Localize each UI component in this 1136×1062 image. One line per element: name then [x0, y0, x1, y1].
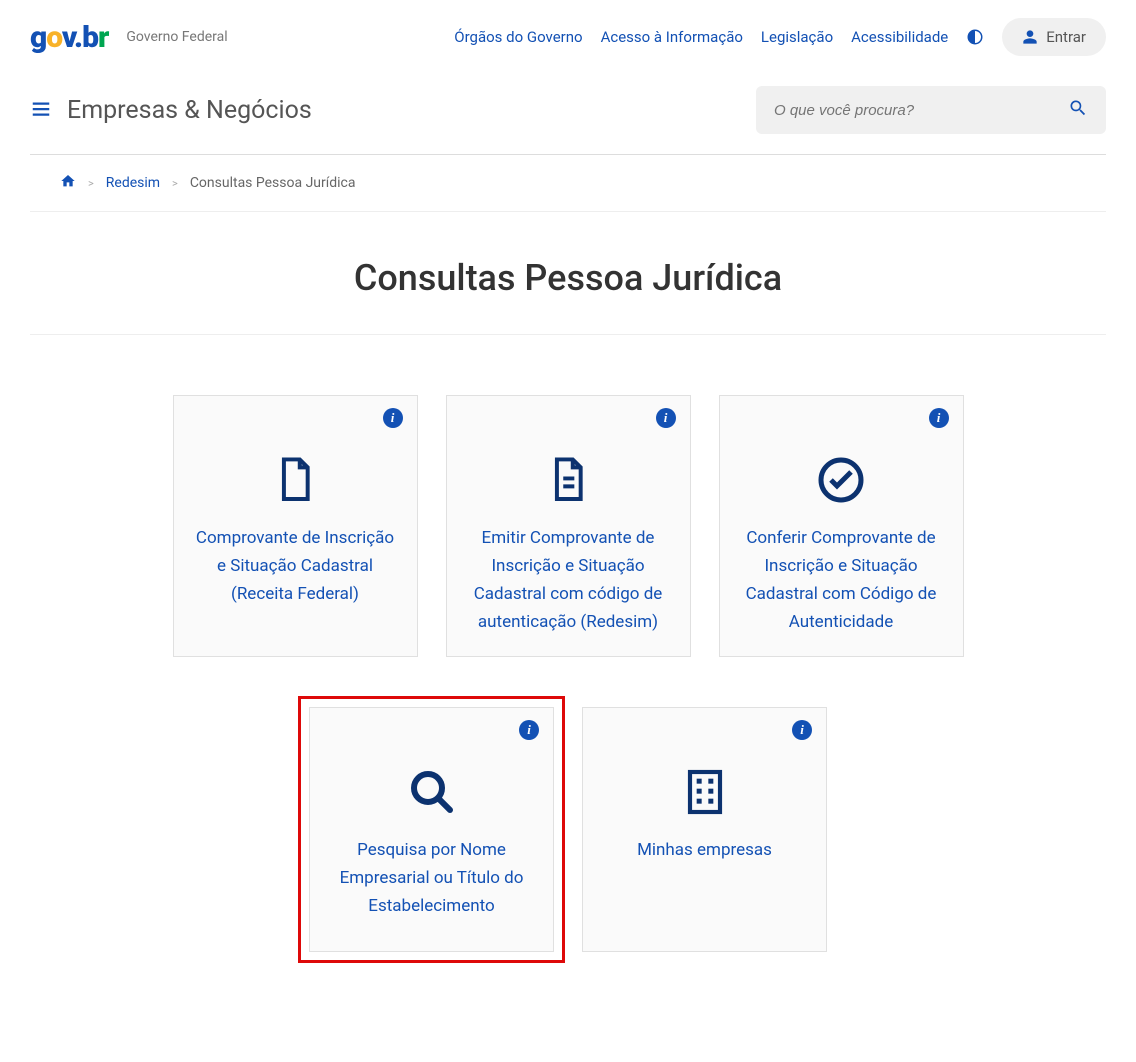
link-acessibilidade[interactable]: Acessibilidade — [851, 28, 948, 46]
govbr-subtitle: Governo Federal — [126, 29, 227, 45]
tile-label: Minhas empresas — [637, 836, 772, 864]
search-input[interactable] — [774, 102, 1068, 119]
login-label: Entrar — [1046, 28, 1086, 46]
tile-label: Emitir Comprovante de Inscrição e Situaç… — [467, 524, 670, 636]
tile-comprovante-receita[interactable]: i Comprovante de Inscrição e Situação Ca… — [173, 395, 418, 657]
contrast-icon[interactable] — [966, 28, 984, 46]
info-icon[interactable]: i — [656, 408, 676, 428]
tile-conferir-comprovante[interactable]: i Conferir Comprovante de Inscrição e Si… — [719, 395, 964, 657]
magnify-icon — [408, 768, 456, 816]
tile-minhas-empresas[interactable]: i Minhas empresas — [582, 707, 827, 952]
page-title: Consultas Pessoa Jurídica — [30, 212, 1106, 335]
breadcrumb-redesim[interactable]: Redesim — [106, 175, 160, 191]
file-icon — [276, 456, 314, 504]
search-icon[interactable] — [1068, 98, 1088, 122]
search-box[interactable] — [756, 86, 1106, 134]
portal-title: Empresas & Negócios — [67, 96, 312, 125]
tile-label: Comprovante de Inscrição e Situação Cada… — [194, 524, 397, 608]
home-icon[interactable] — [60, 173, 76, 193]
link-legislacao[interactable]: Legislação — [761, 28, 833, 46]
breadcrumb: > Redesim > Consultas Pessoa Jurídica — [30, 155, 1106, 212]
tile-pesquisa-nome[interactable]: i Pesquisa por Nome Empresarial ou Títul… — [309, 707, 554, 952]
tile-emitir-comprovante[interactable]: i Emitir Comprovante de Inscrição e Situ… — [446, 395, 691, 657]
breadcrumb-current: Consultas Pessoa Jurídica — [190, 175, 356, 191]
breadcrumb-sep: > — [172, 177, 178, 190]
menu-icon[interactable] — [30, 97, 52, 123]
info-icon[interactable]: i — [929, 408, 949, 428]
building-icon — [685, 768, 725, 816]
link-orgaos[interactable]: Órgãos do Governo — [454, 28, 582, 46]
breadcrumb-sep: > — [88, 177, 94, 190]
info-icon[interactable]: i — [519, 720, 539, 740]
tile-label: Conferir Comprovante de Inscrição e Situ… — [740, 524, 943, 636]
file-lines-icon — [549, 456, 587, 504]
info-icon[interactable]: i — [383, 408, 403, 428]
login-button[interactable]: Entrar — [1002, 18, 1106, 56]
link-acesso[interactable]: Acesso à Informação — [601, 28, 743, 46]
govbr-logo[interactable]: gov.br — [30, 20, 108, 55]
check-circle-icon — [817, 456, 865, 504]
info-icon[interactable]: i — [792, 720, 812, 740]
